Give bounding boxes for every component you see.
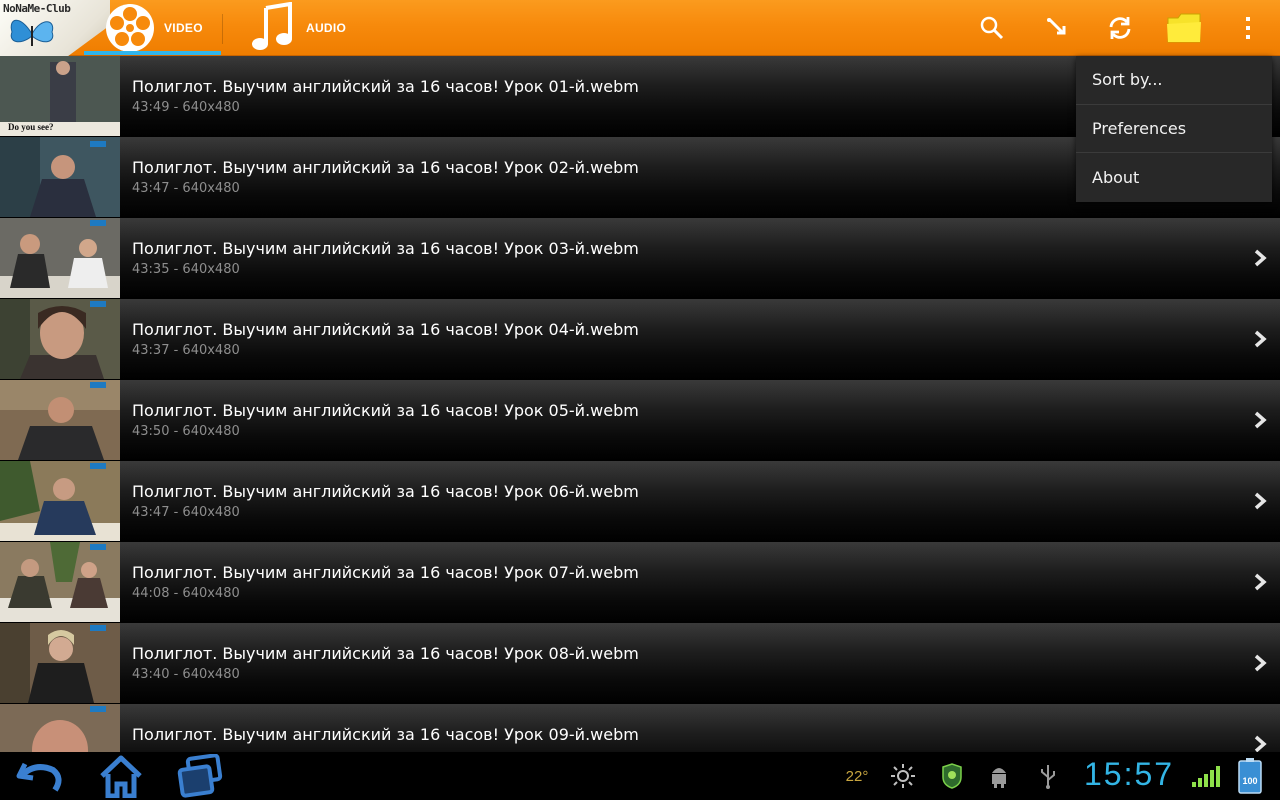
video-thumbnail	[0, 704, 120, 752]
video-row[interactable]: Полиглот. Выучим английский за 16 часов!…	[0, 461, 1280, 542]
video-title: Полиглот. Выучим английский за 16 часов!…	[132, 77, 639, 96]
usb-icon	[1036, 758, 1060, 794]
search-icon[interactable]	[974, 10, 1010, 46]
menu-item-about[interactable]: About	[1076, 153, 1272, 202]
menu-item-sort-by[interactable]: Sort by...	[1076, 56, 1272, 105]
signal-icon	[1190, 758, 1222, 794]
tab-video[interactable]: VIDEO	[104, 0, 222, 56]
tab-audio[interactable]: AUDIO	[250, 0, 360, 56]
video-thumbnail	[0, 299, 120, 379]
overflow-menu: Sort by... Preferences About	[1076, 56, 1272, 202]
video-row[interactable]: Полиглот. Выучим английский за 16 часов!…	[0, 623, 1280, 704]
video-thumbnail	[0, 461, 120, 541]
temperature-readout: 22°	[845, 767, 869, 785]
pin-icon[interactable]	[1038, 10, 1074, 46]
video-thumbnail	[0, 218, 120, 298]
chevron-right-icon[interactable]	[1252, 734, 1268, 752]
video-title: Полиглот. Выучим английский за 16 часов!…	[132, 401, 639, 420]
music-note-icon	[252, 2, 292, 50]
video-row[interactable]: Полиглот. Выучим английский за 16 часов!…	[0, 704, 1280, 752]
butterfly-icon	[10, 19, 54, 46]
chevron-right-icon[interactable]	[1252, 248, 1268, 268]
battery-icon: 100	[1234, 756, 1266, 796]
refresh-icon[interactable]	[1102, 10, 1138, 46]
system-bar: 22° 15:57 100	[0, 752, 1280, 800]
brightness-icon	[888, 758, 918, 794]
android-debug-icon	[986, 758, 1012, 794]
shield-icon	[938, 758, 966, 794]
chevron-right-icon[interactable]	[1252, 653, 1268, 673]
video-title: Полиглот. Выучим английский за 16 часов!…	[132, 482, 639, 501]
video-row[interactable]: Полиглот. Выучим английский за 16 часов!…	[0, 218, 1280, 299]
video-meta: 43:49 - 640x480	[132, 100, 240, 115]
battery-level: 100	[1242, 776, 1258, 786]
video-meta: 43:40 - 640x480	[132, 667, 240, 682]
thumbnail-caption: Do you see?	[8, 122, 54, 132]
overflow-menu-icon[interactable]	[1230, 10, 1266, 46]
back-icon[interactable]	[14, 758, 66, 794]
video-thumbnail	[0, 137, 120, 217]
video-title: Полиглот. Выучим английский за 16 часов!…	[132, 725, 639, 744]
video-row[interactable]: Полиглот. Выучим английский за 16 часов!…	[0, 380, 1280, 461]
chevron-right-icon[interactable]	[1252, 329, 1268, 349]
tab-divider	[222, 14, 223, 44]
video-thumbnail: Do you see?	[0, 56, 120, 136]
video-meta: 44:08 - 640x480	[132, 586, 240, 601]
video-title: Полиглот. Выучим английский за 16 часов!…	[132, 158, 639, 177]
video-thumbnail	[0, 380, 120, 460]
video-meta: 43:37 - 640x480	[132, 343, 240, 358]
video-title: Полиглот. Выучим английский за 16 часов!…	[132, 563, 639, 582]
selected-tab-indicator	[84, 51, 221, 55]
video-row[interactable]: Полиглот. Выучим английский за 16 часов!…	[0, 299, 1280, 380]
recent-apps-icon[interactable]	[174, 754, 224, 798]
video-row[interactable]: Полиглот. Выучим английский за 16 часов!…	[0, 542, 1280, 623]
chevron-right-icon[interactable]	[1252, 572, 1268, 592]
clock: 15:57	[1084, 756, 1175, 792]
video-meta: 43:47 - 640x480	[132, 505, 240, 520]
video-meta: 43:50 - 640x480	[132, 424, 240, 439]
film-reel-icon	[106, 4, 154, 52]
video-thumbnail	[0, 623, 120, 703]
video-title: Полиглот. Выучим английский за 16 часов!…	[132, 239, 639, 258]
video-meta: 43:35 - 640x480	[132, 262, 240, 277]
video-meta: 43:47 - 640x480	[132, 181, 240, 196]
chevron-right-icon[interactable]	[1252, 410, 1268, 430]
video-thumbnail	[0, 542, 120, 622]
tab-audio-label: AUDIO	[306, 21, 347, 35]
action-bar: NoNaMe-Club VIDEO AUDIO	[0, 0, 1280, 56]
video-title: Полиглот. Выучим английский за 16 часов!…	[132, 320, 639, 339]
home-icon[interactable]	[96, 754, 146, 798]
app-logo: NoNaMe-Club	[0, 0, 110, 56]
video-title: Полиглот. Выучим английский за 16 часов!…	[132, 644, 639, 663]
chevron-right-icon[interactable]	[1252, 491, 1268, 511]
menu-item-preferences[interactable]: Preferences	[1076, 105, 1272, 154]
folder-icon[interactable]	[1164, 8, 1204, 48]
tab-video-label: VIDEO	[164, 21, 203, 35]
